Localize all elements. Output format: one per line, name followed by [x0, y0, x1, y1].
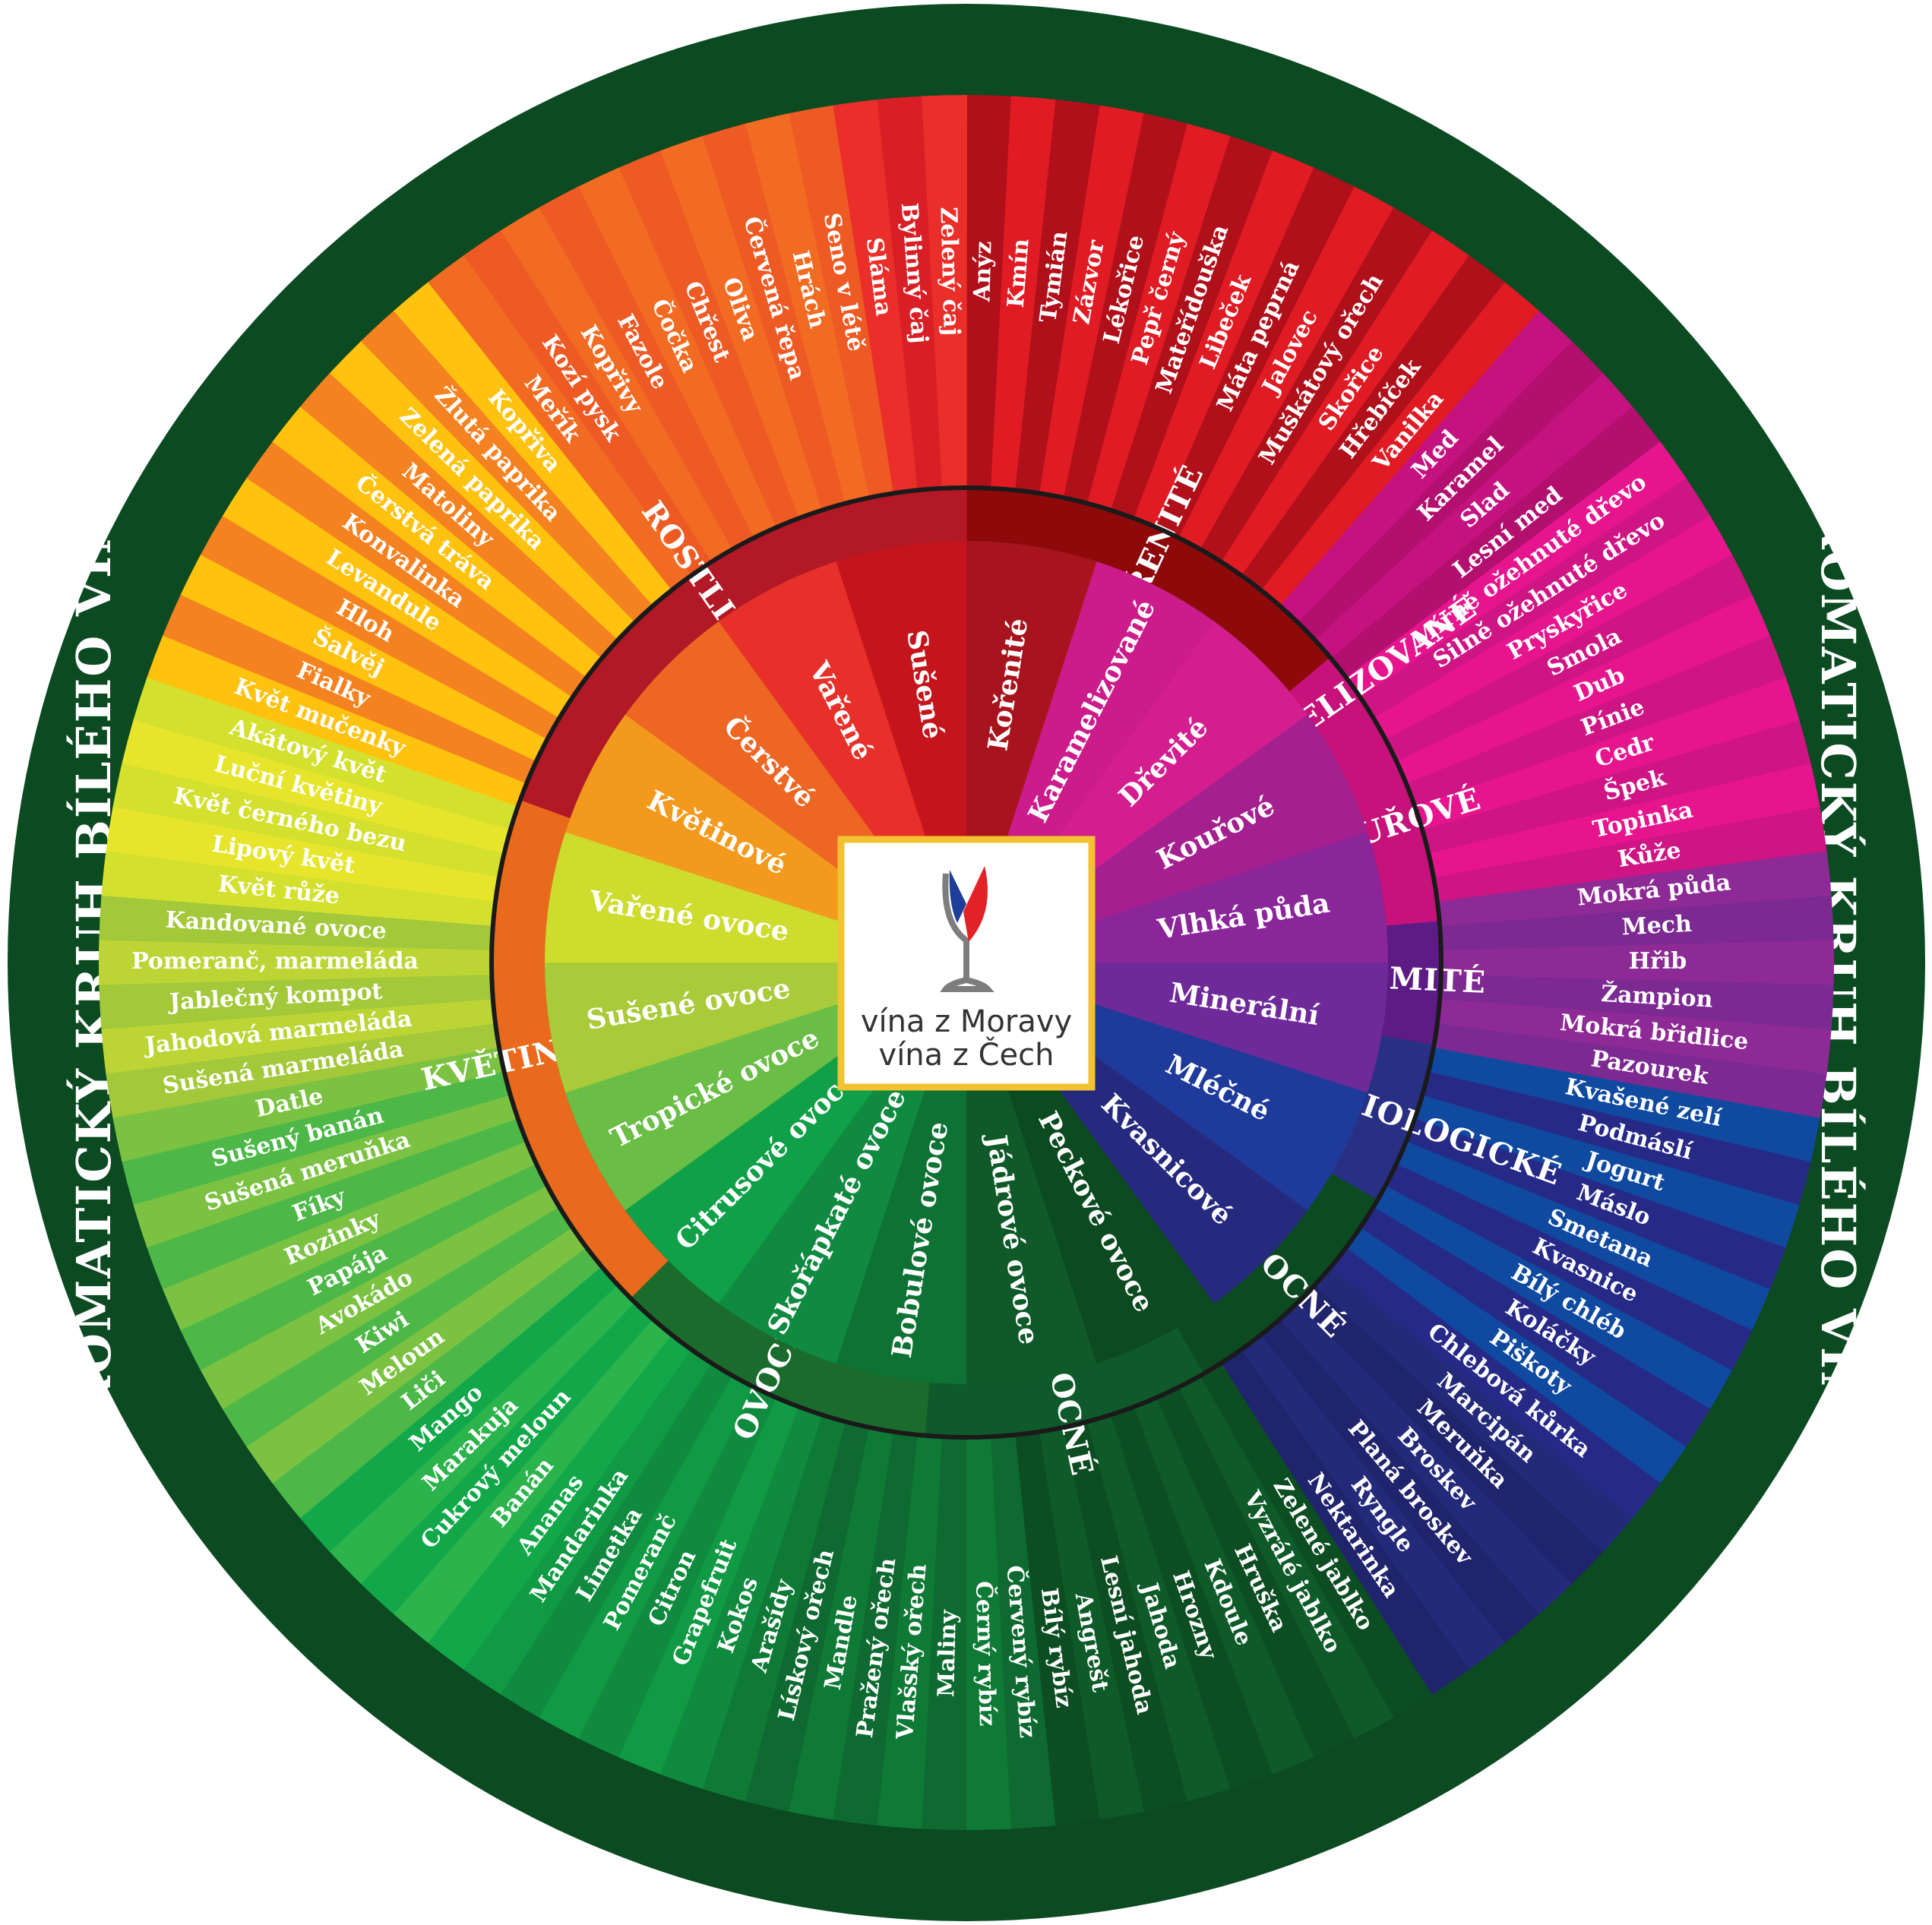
logo-line-1: vína z Moravy	[861, 1004, 1072, 1039]
aroma-label: Maliny	[933, 1608, 962, 1697]
aroma-label: Zelený čaj	[934, 207, 964, 337]
aroma-wheel: AROMATICKÝ KRUH BÍLÉHO VÍNA AROMATICKÝ K…	[8, 4, 1925, 1921]
aroma-label: Pomeranč, marmeláda	[131, 948, 419, 975]
aroma-label: Kmín	[1003, 238, 1035, 309]
aroma-label: Žampion	[1600, 980, 1713, 1013]
aroma-label: Mech	[1621, 911, 1693, 941]
aroma-label: Černý rybíz	[970, 1581, 1001, 1727]
logo-line-2: vína z Čech	[879, 1036, 1055, 1073]
aroma-label: Anýz	[969, 241, 997, 302]
logo: vína z Moravy vína z Čech	[837, 836, 1096, 1091]
aroma-label: Hřib	[1629, 948, 1687, 975]
